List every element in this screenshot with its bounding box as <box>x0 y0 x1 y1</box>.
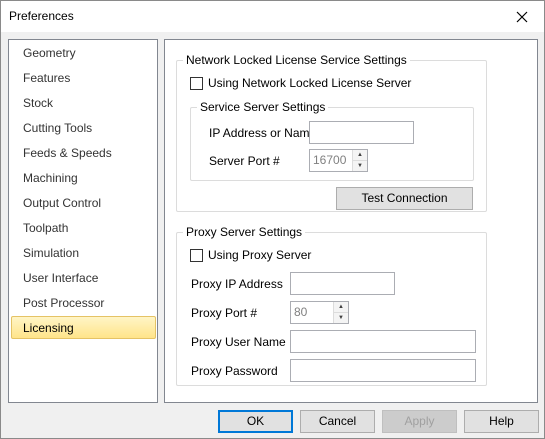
cancel-button[interactable]: Cancel <box>300 410 375 433</box>
network-license-group: Network Locked License Service Settings … <box>176 53 487 212</box>
caret-down-icon: ▼ <box>357 163 363 169</box>
sidebar-item-output-control[interactable]: Output Control <box>11 191 156 214</box>
help-button[interactable]: Help <box>464 410 539 433</box>
proxy-password-label: Proxy Password <box>191 364 278 378</box>
proxy-ip-label: Proxy IP Address <box>191 277 283 291</box>
proxy-server-group: Proxy Server Settings Using Proxy Server… <box>176 225 487 386</box>
close-icon <box>516 11 527 22</box>
proxy-password-input[interactable] <box>290 359 476 382</box>
title-bar: Preferences <box>1 1 544 32</box>
sidebar-item-user-interface[interactable]: User Interface <box>11 266 156 289</box>
test-connection-button[interactable]: Test Connection <box>336 187 473 210</box>
sidebar-item-machining[interactable]: Machining <box>11 166 156 189</box>
server-port-down-button[interactable]: ▼ <box>353 161 367 171</box>
window-title: Preferences <box>9 9 74 23</box>
proxy-port-stepper[interactable]: 80 ▲ ▼ <box>290 301 349 324</box>
caret-down-icon: ▼ <box>338 315 344 321</box>
sidebar-item-stock[interactable]: Stock <box>11 91 156 114</box>
server-port-value: 16700 <box>313 153 347 167</box>
proxy-port-value: 80 <box>294 305 308 319</box>
proxy-port-down-button[interactable]: ▼ <box>334 313 348 323</box>
proxy-server-checkbox-label: Using Proxy Server <box>208 248 312 262</box>
ok-button[interactable]: OK <box>218 410 293 433</box>
sidebar-item-toolpath[interactable]: Toolpath <box>11 216 156 239</box>
ip-address-input[interactable] <box>309 121 414 144</box>
caret-up-icon: ▲ <box>338 304 344 310</box>
apply-button[interactable]: Apply <box>382 410 457 433</box>
ip-address-label: IP Address or Name <box>209 126 317 140</box>
server-port-stepper[interactable]: 16700 ▲ ▼ <box>309 149 368 172</box>
sidebar-item-geometry[interactable]: Geometry <box>11 41 156 64</box>
sidebar-item-post-processor[interactable]: Post Processor <box>11 291 156 314</box>
proxy-user-name-input[interactable] <box>290 330 476 353</box>
sidebar-item-simulation[interactable]: Simulation <box>11 241 156 264</box>
proxy-port-label: Proxy Port # <box>191 306 258 320</box>
proxy-port-up-button[interactable]: ▲ <box>334 302 348 313</box>
proxy-user-name-label: Proxy User Name <box>191 335 286 349</box>
caret-up-icon: ▲ <box>357 152 363 158</box>
server-port-up-button[interactable]: ▲ <box>353 150 367 161</box>
preferences-dialog: Preferences Geometry Features Stock Cutt… <box>0 0 545 439</box>
category-list[interactable]: Geometry Features Stock Cutting Tools Fe… <box>8 39 158 403</box>
network-license-group-title: Network Locked License Service Settings <box>183 53 410 67</box>
sidebar-item-feeds-speeds[interactable]: Feeds & Speeds <box>11 141 156 164</box>
sidebar-item-features[interactable]: Features <box>11 66 156 89</box>
close-button[interactable] <box>499 1 544 32</box>
sidebar-item-licensing[interactable]: Licensing <box>11 316 156 339</box>
sidebar-item-cutting-tools[interactable]: Cutting Tools <box>11 116 156 139</box>
proxy-server-checkbox[interactable] <box>190 249 203 262</box>
network-license-checkbox-label: Using Network Locked License Server <box>208 76 412 90</box>
server-port-label: Server Port # <box>209 154 280 168</box>
proxy-server-group-title: Proxy Server Settings <box>183 225 306 239</box>
service-server-group: Service Server Settings IP Address or Na… <box>190 100 474 181</box>
service-server-group-title: Service Server Settings <box>197 100 329 114</box>
settings-panel: Network Locked License Service Settings … <box>164 39 538 403</box>
network-license-checkbox[interactable] <box>190 77 203 90</box>
proxy-ip-input[interactable] <box>290 272 395 295</box>
